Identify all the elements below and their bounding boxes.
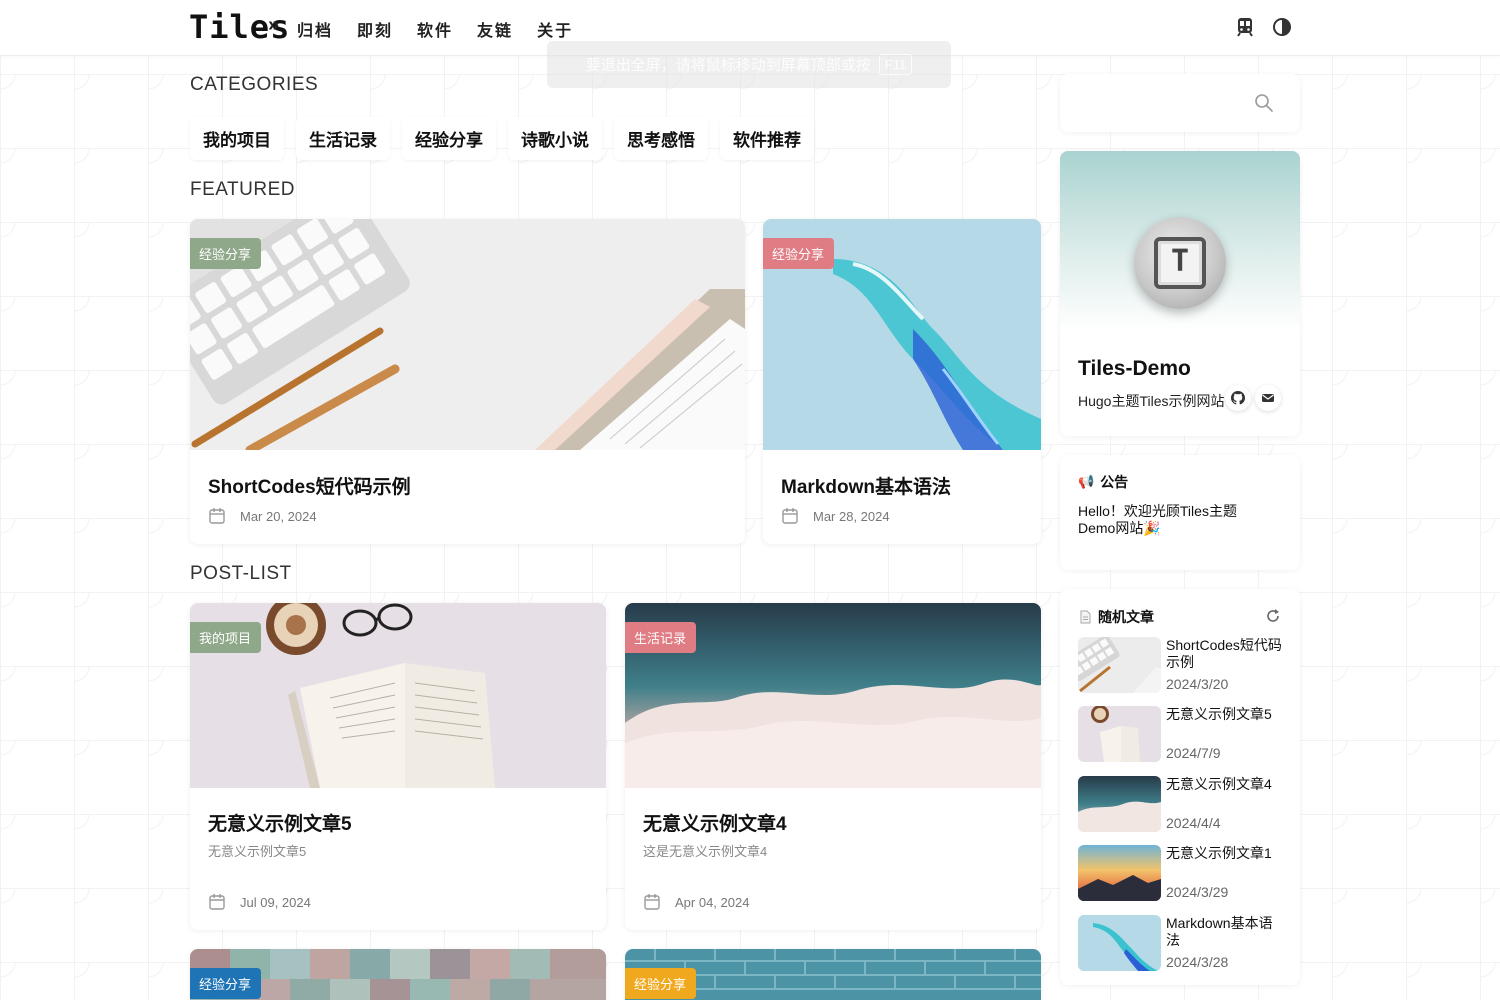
random-post-item[interactable]: Markdown基本语法 2024/3/28: [1078, 915, 1288, 973]
random-thumb: [1078, 915, 1161, 971]
profile-name: Tiles-Demo: [1078, 357, 1191, 380]
notice-header: 📢 公告: [1078, 472, 1128, 492]
date-text: Mar 28, 2024: [813, 508, 890, 524]
post-summary: 无意义示例文章5: [208, 844, 307, 859]
toast-key: F11: [878, 54, 913, 75]
featured-title[interactable]: Markdown基本语法: [781, 472, 951, 499]
profile-card: T Tiles-Demo Hugo主题Tiles示例网站: [1060, 151, 1300, 436]
calendar-icon: [782, 508, 798, 524]
train-icon[interactable]: [1235, 17, 1255, 37]
featured-card-markdown[interactable]: 经验分享 Markdown基本语法 Mar 28, 2024: [763, 219, 1041, 544]
post-card[interactable]: 经验分享: [190, 949, 606, 1000]
random-thumb: [1078, 706, 1161, 762]
date-text: Apr 04, 2024: [675, 894, 750, 910]
nav-links[interactable]: 友链: [477, 17, 513, 41]
featured-heading: FEATURED: [190, 179, 295, 200]
category-my-projects[interactable]: 我的项目: [190, 117, 284, 160]
category-software[interactable]: 软件推荐: [720, 117, 814, 160]
post-badge[interactable]: 生活记录: [625, 622, 697, 653]
category-experience[interactable]: 经验分享: [402, 117, 496, 160]
random-post-title[interactable]: Markdown基本语法: [1166, 915, 1286, 949]
post-card[interactable]: 经验分享: [625, 949, 1041, 1000]
featured-card-shortcodes[interactable]: 经验分享 ShortCodes短代码示例 Mar 20, 2024: [190, 219, 745, 544]
random-post-date: 2024/7/9: [1166, 745, 1221, 761]
avatar[interactable]: T: [1134, 217, 1226, 309]
post-badge[interactable]: 我的项目: [190, 622, 262, 653]
random-thumb: [1078, 845, 1161, 901]
search-box[interactable]: [1060, 74, 1300, 132]
random-post-date: 2024/3/29: [1166, 884, 1229, 900]
avatar-letter: T: [1170, 244, 1190, 279]
categories-heading: CATEGORIES: [190, 74, 319, 95]
random-post-date: 2024/3/28: [1166, 954, 1229, 970]
random-thumb: [1078, 637, 1161, 693]
document-icon: [1080, 610, 1091, 624]
random-title: 随机文章: [1098, 609, 1154, 625]
notice-title: 公告: [1100, 474, 1129, 490]
random-thumb: [1078, 776, 1161, 832]
category-thoughts[interactable]: 思考感悟: [614, 117, 708, 160]
random-post-title[interactable]: 无意义示例文章5: [1166, 706, 1286, 723]
avatar-logo: T: [1154, 237, 1206, 289]
github-button[interactable]: [1225, 385, 1251, 411]
megaphone-icon: 📢: [1078, 474, 1095, 489]
toast-text: 要退出全屏，请将鼠标移动到屏幕顶部或按: [585, 57, 871, 74]
post-badge[interactable]: 经验分享: [190, 968, 262, 999]
calendar-icon: [209, 894, 225, 910]
refresh-icon[interactable]: [1265, 608, 1281, 624]
double-chevron-icon: »: [268, 14, 280, 36]
category-poetry[interactable]: 诗歌小说: [508, 117, 602, 160]
post-title[interactable]: 无意义示例文章4: [643, 809, 787, 836]
random-post-item[interactable]: ShortCodes短代码示例 2024/3/20: [1078, 637, 1288, 695]
post-card-article4[interactable]: 生活记录 无意义示例文章4 这是无意义示例文章4 Apr 04, 2024: [625, 603, 1041, 930]
email-button[interactable]: [1255, 385, 1281, 411]
desk-keyboard-image: [190, 219, 745, 450]
postlist-heading: POST-LIST: [190, 563, 292, 584]
featured-badge[interactable]: 经验分享: [190, 238, 262, 269]
random-post-date: 2024/3/20: [1166, 676, 1229, 692]
random-post-item[interactable]: 无意义示例文章1 2024/3/29: [1078, 845, 1288, 903]
fullscreen-toast: 要退出全屏，请将鼠标移动到屏幕顶部或按 F11: [547, 41, 951, 88]
post-date: Jul 09, 2024: [208, 893, 311, 911]
date-text: Jul 09, 2024: [240, 894, 311, 910]
calendar-icon: [209, 508, 225, 524]
main-nav: 归档 即刻 软件 友链 关于: [297, 17, 573, 41]
random-post-title[interactable]: ShortCodes短代码示例: [1166, 637, 1286, 671]
post-badge[interactable]: 经验分享: [625, 968, 697, 999]
random-post-item[interactable]: 无意义示例文章5 2024/7/9: [1078, 706, 1288, 764]
featured-date: Mar 28, 2024: [781, 507, 890, 525]
random-post-title[interactable]: 无意义示例文章1: [1166, 845, 1286, 862]
notice-text: Hello！欢迎光顾Tiles主题Demo网站🎉: [1078, 503, 1237, 536]
random-posts-card: 随机文章 ShortCodes短代码示例 2024/3/20 无意义示例文章5 …: [1060, 589, 1300, 985]
post-card-article5[interactable]: 我的项目 无意义示例文章5 无意义示例文章5 Jul 09, 2024: [190, 603, 606, 930]
calendar-icon: [644, 894, 660, 910]
mail-icon: [1262, 394, 1274, 402]
featured-badge[interactable]: 经验分享: [763, 238, 835, 269]
category-life[interactable]: 生活记录: [296, 117, 390, 160]
random-post-title[interactable]: 无意义示例文章4: [1166, 776, 1286, 793]
nav-moments[interactable]: 即刻: [357, 17, 393, 41]
nav-software[interactable]: 软件: [417, 17, 453, 41]
contrast-icon[interactable]: [1272, 17, 1292, 37]
nav-archive[interactable]: 归档: [297, 17, 333, 41]
category-list: 我的项目 生活记录 经验分享 诗歌小说 思考感悟 软件推荐: [190, 117, 814, 160]
search-icon[interactable]: [1254, 93, 1274, 113]
random-header: 随机文章: [1078, 607, 1154, 627]
notice-card: 📢 公告 Hello！欢迎光顾Tiles主题Demo网站🎉: [1060, 455, 1300, 570]
post-summary: 这是无意义示例文章4: [643, 844, 768, 859]
featured-date: Mar 20, 2024: [208, 507, 317, 525]
random-post-date: 2024/4/4: [1166, 815, 1221, 831]
nav-about[interactable]: 关于: [537, 17, 573, 41]
random-post-item[interactable]: 无意义示例文章4 2024/4/4: [1078, 776, 1288, 834]
profile-description: Hugo主题Tiles示例网站: [1078, 393, 1225, 409]
post-date: Apr 04, 2024: [643, 893, 749, 911]
post-title[interactable]: 无意义示例文章5: [208, 809, 352, 836]
date-text: Mar 20, 2024: [240, 508, 317, 524]
github-icon: [1231, 391, 1245, 405]
featured-title[interactable]: ShortCodes短代码示例: [208, 472, 411, 499]
